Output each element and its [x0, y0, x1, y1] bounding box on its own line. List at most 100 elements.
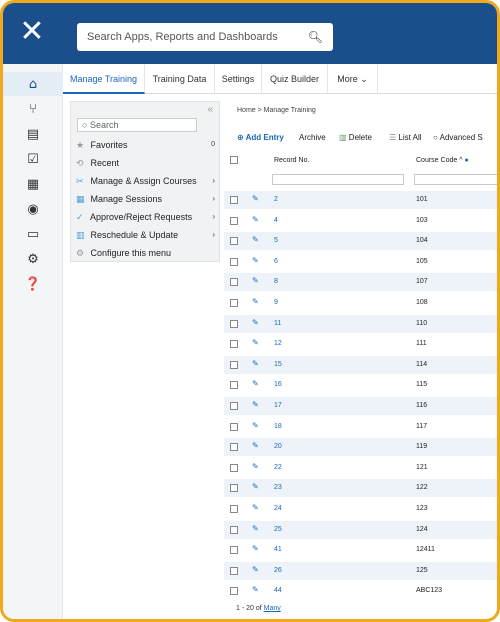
menu-item-manage-assign-courses[interactable]: ✂ Manage & Assign Courses › [71, 172, 221, 190]
edit-pencil-icon[interactable]: ✎ [252, 585, 259, 594]
record-number-link[interactable]: 23 [274, 484, 282, 491]
edit-pencil-icon[interactable]: ✎ [252, 400, 259, 409]
table-row[interactable]: ✎ 11 110 [224, 314, 497, 333]
calendar-icon[interactable]: ▭ [3, 222, 63, 246]
pagination-total-link[interactable]: Many [264, 605, 281, 612]
table-row[interactable]: ✎ 41 12411 [224, 541, 497, 559]
menu-item-manage-sessions[interactable]: ▦ Manage Sessions › [71, 190, 221, 208]
row-checkbox[interactable] [230, 278, 238, 287]
course-code-filter-input[interactable] [414, 174, 497, 185]
edit-pencil-icon[interactable]: ✎ [252, 462, 259, 471]
record-number-link[interactable]: 8 [274, 278, 278, 285]
presentation-icon[interactable]: ▦ [3, 172, 63, 196]
edit-pencil-icon[interactable]: ✎ [252, 441, 259, 450]
record-number-link[interactable]: 5 [274, 237, 278, 244]
record-number-link[interactable]: 44 [274, 587, 282, 594]
record-number-link[interactable]: 25 [274, 526, 282, 533]
search-input[interactable]: Search Apps, Reports and Dashboards [87, 31, 308, 43]
breadcrumb[interactable]: Home > Manage Training [237, 107, 316, 114]
help-icon[interactable]: ❓ [3, 272, 63, 296]
home-icon[interactable]: ⌂ [3, 72, 63, 96]
table-row[interactable]: ✎ 24 123 [224, 500, 497, 518]
menu-item-favorites[interactable]: ★ Favorites 0 [71, 136, 221, 154]
edit-pencil-icon[interactable]: ✎ [252, 235, 259, 244]
record-number-link[interactable]: 11 [274, 320, 281, 327]
row-checkbox[interactable] [230, 299, 238, 307]
global-search[interactable]: Search Apps, Reports and Dashboards 🔍︎ [77, 23, 333, 51]
tab-quiz-builder[interactable]: Quiz Builder [262, 64, 328, 94]
edit-pencil-icon[interactable]: ✎ [252, 359, 259, 368]
table-row[interactable]: ✎ 9 108 [224, 294, 497, 312]
record-number-link[interactable]: 18 [274, 423, 282, 430]
column-header-record[interactable]: Record No. [274, 157, 309, 164]
menu-item-configure[interactable]: ⚙ Configure this menu [71, 244, 221, 262]
edit-pencil-icon[interactable]: ✎ [252, 194, 259, 203]
eye-icon[interactable]: ◉ [3, 197, 63, 221]
advanced-search-button[interactable]: ○ Advanced S [433, 131, 483, 145]
column-header-course-code[interactable]: Course Code ^ ● [416, 157, 469, 164]
edit-pencil-icon[interactable]: ✎ [252, 215, 259, 224]
edit-pencil-icon[interactable]: ✎ [252, 318, 259, 327]
row-checkbox[interactable] [230, 505, 238, 513]
edit-pencil-icon[interactable]: ✎ [252, 524, 259, 533]
select-all-checkbox[interactable] [230, 156, 238, 164]
row-checkbox[interactable] [230, 463, 238, 472]
tab-more[interactable]: More ⌄ [328, 64, 378, 94]
row-checkbox[interactable] [230, 422, 238, 431]
edit-pencil-icon[interactable]: ✎ [252, 421, 259, 430]
table-row[interactable]: ✎ 4 103 [224, 212, 497, 230]
menu-item-approve-reject[interactable]: ✓ Approve/Reject Requests › [71, 208, 221, 226]
list-all-button[interactable]: ☰ List All [389, 131, 422, 145]
record-number-link[interactable]: 12 [274, 340, 282, 347]
record-number-link[interactable]: 15 [274, 361, 282, 368]
row-checkbox[interactable] [230, 587, 238, 596]
table-row[interactable]: ✎ 15 114 [224, 355, 497, 374]
row-checkbox[interactable] [230, 360, 238, 369]
table-row[interactable]: ✎ 6 105 [224, 253, 497, 271]
table-row[interactable]: ✎ 23 122 [224, 479, 497, 498]
row-checkbox[interactable] [230, 443, 238, 452]
record-number-link[interactable]: 16 [274, 381, 282, 388]
workflow-icon[interactable]: ⑂ [3, 97, 63, 121]
table-row[interactable]: ✎ 17 116 [224, 397, 497, 415]
edit-pencil-icon[interactable]: ✎ [252, 256, 259, 265]
table-row[interactable]: ✎ 25 124 [224, 520, 497, 539]
record-number-link[interactable]: 2 [274, 196, 278, 203]
row-checkbox[interactable] [230, 525, 238, 534]
record-number-link[interactable]: 4 [274, 217, 278, 224]
search-icon[interactable]: 🔍︎ [308, 30, 323, 44]
table-row[interactable]: ✎ 44 ABC123 [224, 582, 497, 600]
record-filter-input[interactable] [272, 174, 404, 185]
edit-pencil-icon[interactable]: ✎ [252, 338, 259, 347]
edit-pencil-icon[interactable]: ✎ [252, 565, 259, 574]
tab-training-data[interactable]: Training Data [145, 64, 215, 94]
collapse-icon[interactable]: « [207, 104, 213, 115]
row-checkbox[interactable] [230, 381, 238, 390]
table-row[interactable]: ✎ 2 101 [224, 191, 497, 209]
menu-item-recent[interactable]: ⟲ Recent [71, 154, 221, 172]
row-checkbox[interactable] [230, 484, 238, 493]
row-checkbox[interactable] [230, 402, 238, 410]
record-number-link[interactable]: 22 [274, 464, 282, 471]
edit-pencil-icon[interactable]: ✎ [252, 503, 259, 512]
row-checkbox[interactable] [230, 196, 238, 204]
table-row[interactable]: ✎ 8 107 [224, 273, 497, 292]
gear-icon[interactable]: ⚙ [3, 247, 63, 271]
record-number-link[interactable]: 17 [274, 402, 282, 409]
row-checkbox[interactable] [230, 566, 238, 575]
reports-icon[interactable]: ▤ [3, 122, 63, 146]
add-entry-button[interactable]: ⊕ Add Entry [237, 131, 284, 145]
delete-button[interactable]: ▥ Delete [339, 131, 372, 145]
edit-pencil-icon[interactable]: ✎ [252, 544, 259, 553]
edit-pencil-icon[interactable]: ✎ [252, 482, 259, 491]
table-row[interactable]: ✎ 18 117 [224, 418, 497, 436]
record-number-link[interactable]: 26 [274, 567, 282, 574]
record-number-link[interactable]: 6 [274, 258, 278, 265]
table-row[interactable]: ✎ 12 111 [224, 335, 497, 353]
table-row[interactable]: ✎ 26 125 [224, 561, 497, 580]
row-checkbox[interactable] [230, 237, 238, 246]
row-checkbox[interactable] [230, 319, 238, 328]
row-checkbox[interactable] [230, 257, 238, 266]
edit-pencil-icon[interactable]: ✎ [252, 379, 259, 388]
record-number-link[interactable]: 9 [274, 299, 278, 306]
